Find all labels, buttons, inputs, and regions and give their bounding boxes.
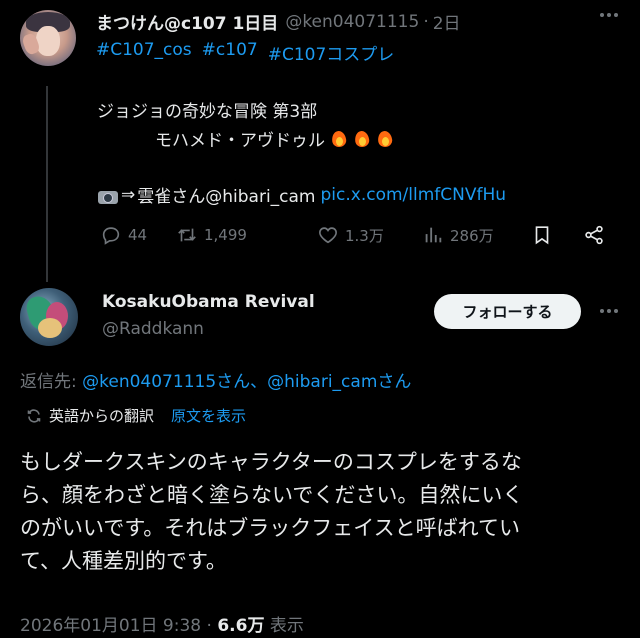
views-label: 表示 bbox=[264, 616, 304, 636]
translation-label: 英語からの翻訳 bbox=[49, 407, 155, 425]
view-count: 286万 bbox=[450, 226, 494, 245]
views-button[interactable]: 286万 bbox=[422, 224, 494, 246]
tweet-action-bar: 44 1,499 1.3万 286万 bbox=[100, 222, 612, 250]
bookmark-icon bbox=[535, 226, 549, 245]
replying-to: 返信先: @ken04071115さん、@hibari_camさん bbox=[20, 367, 411, 392]
share-icon bbox=[585, 225, 603, 245]
hashtag-list: #C107_cos #c107 #C107コスプレ bbox=[96, 40, 394, 65]
like-count: 1.3万 bbox=[345, 226, 384, 245]
fire-emoji-icon bbox=[376, 129, 394, 149]
retweet-icon bbox=[178, 228, 196, 242]
follow-button[interactable]: フォローする bbox=[434, 294, 581, 329]
camera-flash-emoji-icon bbox=[97, 186, 119, 204]
timestamp[interactable]: 2026年01月01日 9:38 bbox=[20, 616, 201, 636]
tweet-text-line: ジョジョの奇妙な冒険 第3部 bbox=[97, 102, 318, 122]
retweet-count: 1,499 bbox=[204, 226, 247, 244]
hashtag-link[interactable]: #C107コスプレ bbox=[268, 40, 395, 65]
reply-body: もしダークスキンのキャラクターのコスプレをするな ら、顔をわざと暗く塗らないでく… bbox=[20, 446, 632, 578]
like-icon bbox=[319, 227, 337, 244]
views-count: 6.6万 bbox=[217, 616, 265, 636]
tweet-time[interactable]: 2日 bbox=[433, 9, 461, 34]
translation-notice: 英語からの翻訳 原文を表示 bbox=[26, 405, 246, 426]
user-handle[interactable]: @Raddkann bbox=[102, 319, 204, 339]
header-separator: · bbox=[423, 11, 429, 32]
character-name: モハメド・アヴドゥル bbox=[155, 131, 325, 151]
reply-text-line: て、人種差別的です。 bbox=[20, 549, 227, 573]
display-name[interactable]: KosakuObama Revival bbox=[102, 292, 315, 312]
like-button[interactable]: 1.3万 bbox=[317, 224, 384, 246]
more-options-icon[interactable] bbox=[600, 309, 618, 313]
bookmark-button[interactable] bbox=[531, 224, 553, 246]
tweet-header: まつけん@c107 1日目 @ken04071115 · 2日 bbox=[96, 9, 461, 35]
arrow-glyph: ⇒ bbox=[121, 184, 136, 205]
more-options-icon[interactable] bbox=[600, 13, 618, 17]
avatar[interactable] bbox=[20, 10, 76, 66]
reply-text-line: のがいいです。それはブラックフェイスと呼ばれてい bbox=[20, 516, 521, 540]
meta-separator: · bbox=[201, 616, 218, 636]
display-name[interactable]: まつけん@c107 1日目 bbox=[96, 9, 278, 34]
show-original-link[interactable]: 原文を表示 bbox=[171, 405, 246, 426]
thread-connector-line bbox=[46, 86, 48, 282]
fire-emoji-icon bbox=[353, 129, 371, 149]
reply-text-line: ら、顔をわざと暗く塗らないでください。自然にいく bbox=[20, 483, 524, 507]
replying-prefix: 返信先: bbox=[20, 372, 83, 392]
hashtag-link[interactable]: #c107 bbox=[202, 40, 258, 65]
fire-emoji-icon bbox=[330, 129, 348, 149]
retweet-button[interactable]: 1,499 bbox=[176, 224, 247, 246]
reply-button[interactable]: 44 bbox=[100, 224, 147, 246]
views-icon bbox=[425, 227, 442, 243]
user-handle[interactable]: @ken04071115 bbox=[285, 12, 419, 32]
media-link[interactable]: pic.x.com/llmfCNVfHu bbox=[321, 185, 507, 205]
reply-text-line: もしダークスキンのキャラクターのコスプレをするな bbox=[20, 450, 522, 474]
translate-icon bbox=[27, 408, 41, 423]
tweet-text-line: ⇒ 雲雀さん@hibari_cam pic.x.com/llmfCNVfHu bbox=[97, 182, 506, 207]
share-button[interactable] bbox=[583, 224, 605, 246]
reply-icon bbox=[102, 227, 120, 245]
replying-mentions[interactable]: @ken04071115さん、@hibari_camさん bbox=[82, 372, 411, 392]
reply-count: 44 bbox=[128, 226, 148, 244]
photographer-credit: 雲雀さん@hibari_cam bbox=[137, 187, 316, 207]
tweet-text-line: モハメド・アヴドゥル bbox=[155, 126, 394, 151]
tweet-meta: 2026年01月01日 9:38 · 6.6万 表示 bbox=[20, 611, 304, 636]
avatar[interactable] bbox=[20, 288, 78, 346]
hashtag-link[interactable]: #C107_cos bbox=[96, 40, 192, 65]
